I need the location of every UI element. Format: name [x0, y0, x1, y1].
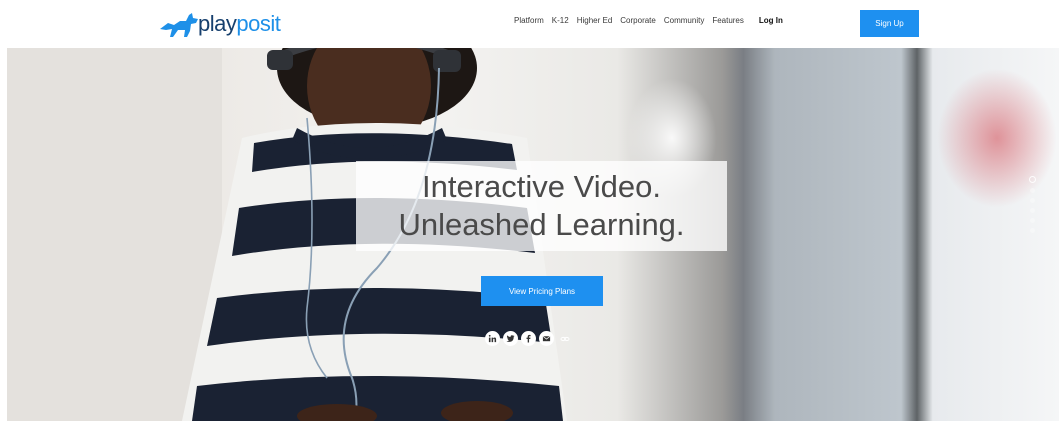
slide-dot[interactable]: [1029, 228, 1035, 233]
hero-headline: Interactive Video.: [422, 169, 661, 204]
playposit-logo[interactable]: playposit: [158, 6, 281, 42]
nav-community[interactable]: Community: [664, 16, 704, 25]
hero-banner: Interactive Video. Unleashed Learning. V…: [7, 48, 1059, 421]
main-nav: Platform K-12 Higher Ed Corporate Commun…: [514, 16, 783, 25]
nav-features[interactable]: Features: [712, 16, 744, 25]
slide-dot[interactable]: [1029, 188, 1035, 193]
email-icon[interactable]: [539, 331, 554, 346]
site-header: playposit Platform K-12 Higher Ed Corpor…: [0, 0, 1059, 48]
slide-dot[interactable]: [1029, 218, 1035, 223]
nav-higher-ed[interactable]: Higher Ed: [577, 16, 613, 25]
slide-indicator: [1027, 176, 1037, 233]
linkedin-icon[interactable]: [485, 331, 500, 346]
logo-wordmark: playposit: [198, 11, 281, 36]
hero-subheadline: Unleashed Learning.: [398, 207, 685, 242]
hero-headline-box: Interactive Video. Unleashed Learning.: [356, 161, 727, 251]
view-pricing-plans-button[interactable]: View Pricing Plans: [481, 276, 603, 306]
nav-platform[interactable]: Platform: [514, 16, 544, 25]
slide-dot[interactable]: [1028, 176, 1036, 183]
link-icon[interactable]: [559, 331, 571, 346]
slide-dot[interactable]: [1029, 208, 1035, 213]
slide-dot[interactable]: [1029, 198, 1035, 203]
signup-button[interactable]: Sign Up: [860, 10, 919, 37]
dog-icon: [160, 13, 198, 37]
twitter-icon[interactable]: [503, 331, 518, 346]
nav-k12[interactable]: K-12: [552, 16, 569, 25]
social-links: [485, 331, 571, 346]
nav-corporate[interactable]: Corporate: [620, 16, 656, 25]
facebook-icon[interactable]: [521, 331, 536, 346]
login-link[interactable]: Log In: [759, 16, 783, 25]
